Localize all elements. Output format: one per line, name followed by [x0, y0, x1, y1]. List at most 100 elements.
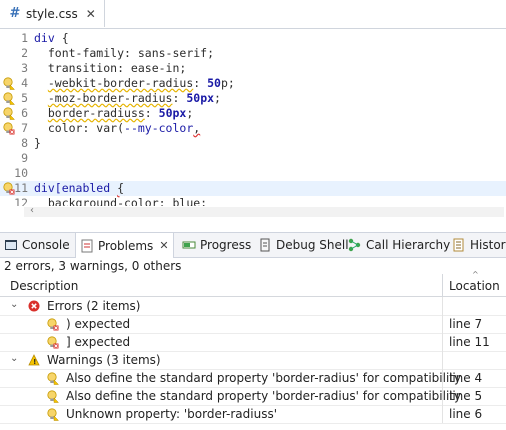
scroll-left-icon[interactable]: ‹ — [30, 205, 34, 216]
tab-label: Problems — [98, 238, 154, 253]
problem-location: line 5 — [449, 389, 483, 403]
column-description[interactable]: Description — [10, 279, 78, 293]
problems-summary: 2 errors, 3 warnings, 0 others — [4, 259, 182, 273]
chevron-down-icon[interactable]: ⌄ — [10, 299, 18, 310]
chevron-down-icon[interactable]: ⌄ — [10, 353, 18, 364]
code-line[interactable]: 7 color: var(--my-color, — [0, 121, 506, 136]
problem-row[interactable]: Unknown property: 'border-radiuss' line 6 — [0, 405, 506, 424]
code-token: 50px — [186, 91, 215, 105]
problem-location: line 4 — [449, 371, 483, 385]
code-text: font-family: sans-serif; — [34, 46, 214, 61]
code-token: transition: ease-in; — [34, 61, 187, 75]
line-number: 12 — [14, 196, 28, 206]
code-token: , — [193, 121, 201, 135]
problem-description: ) expected — [66, 317, 131, 331]
line-number: 5 — [21, 91, 28, 105]
code-line[interactable]: 5 -moz-border-radius: 50px; — [0, 91, 506, 106]
code-token: border-radiuss — [47, 106, 145, 120]
code-line[interactable]: 8} — [0, 136, 506, 151]
code-line[interactable]: 6 border-radiuss: 50px; — [0, 106, 506, 121]
column-location[interactable]: Location — [449, 279, 500, 293]
code-token: -moz-border-radius — [47, 91, 173, 105]
progress-icon — [182, 238, 196, 252]
problem-location: line 7 — [449, 317, 483, 331]
code-line[interactable]: 11 div[enabled { — [0, 181, 506, 196]
column-divider — [442, 333, 443, 351]
code-line[interactable]: 10 — [0, 166, 506, 181]
code-text: border-radiuss: 50px; — [34, 106, 193, 121]
css-file-icon: # — [9, 6, 21, 21]
line-number: 1 — [21, 31, 28, 45]
warning-icon: ! — [28, 354, 40, 366]
tab-debug-shell[interactable]: Debug Shell — [254, 233, 353, 257]
tab-call-hierarchy[interactable]: Call Hierarchy — [344, 233, 454, 257]
tree-group-warnings[interactable]: ⌄! Warnings (3 items) — [0, 351, 506, 370]
code-text: -moz-border-radius: 50px; — [34, 91, 221, 106]
tab-console[interactable]: Console — [0, 233, 74, 257]
problem-description: Also define the standard property 'borde… — [66, 389, 462, 403]
code-token: : — [193, 76, 208, 90]
line-number: 6 — [21, 106, 28, 120]
code-line[interactable]: 12 background-color: blue; — [0, 196, 506, 206]
history-icon — [452, 238, 466, 252]
problems-icon — [80, 239, 94, 253]
warning-quickfix-icon — [46, 372, 60, 385]
code-token: { — [54, 31, 69, 45]
call-hierarchy-icon — [348, 238, 362, 252]
console-icon — [4, 238, 18, 252]
column-divider — [442, 297, 443, 315]
code-token: } — [34, 136, 41, 150]
code-line[interactable]: 9 — [0, 151, 506, 166]
code-token: : — [144, 106, 159, 120]
view-tabbar: Console Problems ✕ Progress Debug Shell Call … — [0, 232, 506, 258]
problem-row[interactable]: Also define the standard property 'borde… — [0, 387, 506, 406]
problem-description: Also define the standard property 'borde… — [66, 371, 462, 385]
tab-problems[interactable]: Problems ✕ — [75, 233, 174, 258]
problem-description: ] expected — [66, 335, 131, 349]
code-line[interactable]: 3 transition: ease-in; — [0, 61, 506, 76]
tab-label: History — [470, 238, 506, 252]
line-number: 11 — [14, 181, 28, 195]
code-token: div — [34, 31, 55, 45]
code-line[interactable]: 4 -webkit-border-radius: 50p; — [0, 76, 506, 91]
debug-shell-icon — [258, 238, 272, 252]
problem-row[interactable]: Also define the standard property 'borde… — [0, 369, 506, 388]
code-text: background-color: blue; — [34, 196, 207, 206]
line-number: 9 — [21, 151, 28, 165]
code-text: color: var(--my-color, — [34, 121, 200, 136]
editor-tab-style-css[interactable]: # style.css ✕ — [0, 0, 105, 27]
code-token: -webkit-border-radius — [47, 76, 194, 90]
group-label: Warnings (3 items) — [47, 353, 161, 367]
problem-row[interactable]: ] expected line 11 — [0, 333, 506, 352]
editor-tabbar: # style.css ✕ — [0, 0, 506, 29]
code-text: } — [34, 136, 41, 151]
tab-history[interactable]: History — [448, 233, 506, 257]
line-number: 3 — [21, 61, 28, 75]
code-line[interactable]: 1 div { — [0, 31, 506, 46]
tab-label: Debug Shell — [276, 238, 349, 252]
tree-group-errors[interactable]: ⌄ Errors (2 items) — [0, 297, 506, 316]
code-line[interactable]: 2 font-family: sans-serif; — [0, 46, 506, 61]
code-text: div { — [34, 31, 69, 46]
code-editor[interactable]: 1 div {2 font-family: sans-serif; 3 transi… — [0, 28, 506, 206]
horizontal-scrollbar[interactable]: ‹ — [24, 205, 504, 217]
code-token: div[enabled — [34, 181, 118, 195]
tab-progress[interactable]: Progress — [178, 233, 255, 257]
close-icon[interactable]: ✕ — [159, 239, 168, 252]
code-token: ; — [214, 91, 221, 105]
code-token: ; — [186, 106, 194, 120]
line-number: 7 — [21, 121, 28, 135]
close-icon[interactable]: ✕ — [86, 7, 96, 21]
column-divider — [442, 387, 443, 405]
code-text: transition: ease-in; — [34, 61, 186, 76]
problem-row[interactable]: ) expected line 7 — [0, 315, 506, 334]
problem-location: line 11 — [449, 335, 490, 349]
error-quickfix-icon — [46, 318, 59, 331]
code-token: color: var( — [34, 121, 125, 135]
problem-location: line 6 — [449, 407, 483, 421]
code-token: : — [172, 91, 187, 105]
code-token: background-color: blue; — [34, 196, 208, 206]
column-divider[interactable] — [442, 274, 443, 296]
